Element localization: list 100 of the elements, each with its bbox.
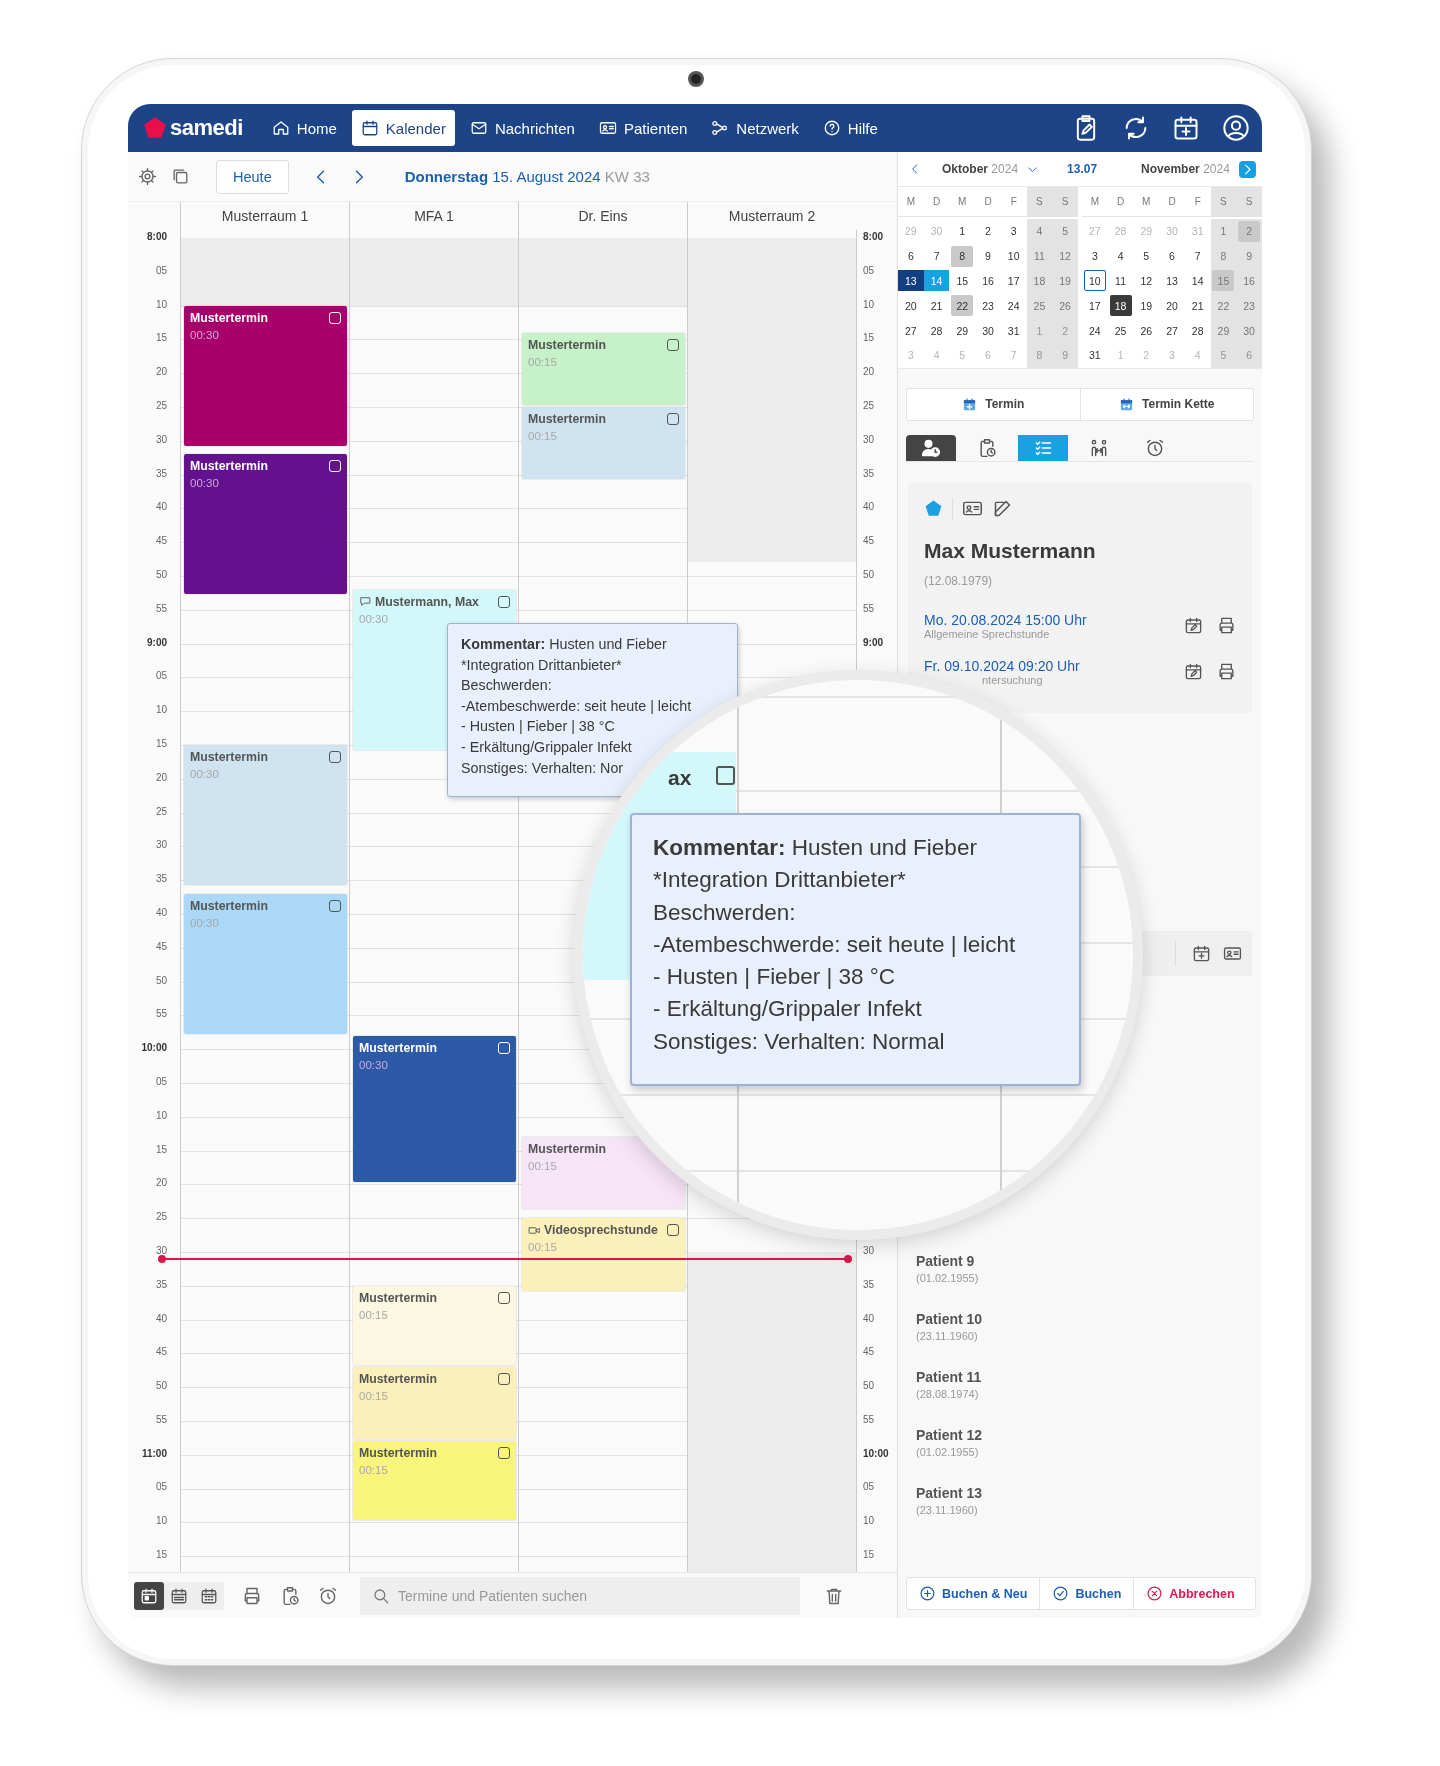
calendar-day[interactable]: 10 [1002,245,1025,267]
calendar-day[interactable]: 20 [1161,295,1183,317]
appointment-card[interactable]: Mustertermin 00:30 [184,745,347,885]
checkbox[interactable] [498,1447,510,1460]
calendar-plus-icon[interactable] [1172,114,1200,142]
today-button[interactable]: Heute [216,159,289,194]
appointment-card[interactable]: Mustertermin 00:15 [522,407,685,480]
search-field[interactable]: Termine und Patienten suchen [360,1576,800,1615]
calendar-day[interactable]: 8 [1212,245,1235,267]
calendar-day[interactable]: 31 [1083,344,1106,366]
calendar-day[interactable]: 10 [1083,270,1106,292]
calendar-day[interactable]: 18 [1109,295,1132,317]
calendar-day[interactable]: 24 [1083,320,1106,342]
calendar-day[interactable]: 5 [1135,245,1158,267]
booking-button[interactable]: Termin [907,388,1080,420]
calendar-day[interactable]: 12 [1135,270,1158,292]
next-month-button[interactable] [1239,160,1256,178]
calendar-day[interactable]: 2 [977,220,999,242]
appointment-card[interactable]: Mustertermin 00:15 [353,1441,516,1521]
appointment-card[interactable]: Mustertermin 00:15 [522,332,685,405]
book-button[interactable]: Buchen [1039,1578,1134,1609]
side-tab[interactable] [906,434,956,461]
calendar-day[interactable]: 11 [1109,270,1132,292]
printer-icon[interactable] [242,1585,262,1606]
calendar-day[interactable]: 16 [1238,270,1261,292]
calendar-day[interactable]: 17 [1083,295,1106,317]
calendar-day[interactable]: 20 [899,295,922,317]
appointment-card[interactable]: Mustertermin 00:15 [353,1285,516,1365]
calendar-day[interactable]: 17 [1002,270,1025,292]
calendar-day[interactable]: 5 [1054,220,1077,242]
patient-name[interactable]: Patient 13 [916,1484,1262,1501]
calendar-day[interactable]: 25 [1028,295,1051,317]
appointment-card[interactable]: Mustertermin 00:30 [353,1035,516,1183]
calendar-day[interactable]: 23 [977,295,999,317]
calendar-day[interactable]: 29 [951,320,974,342]
clipboard-clock-icon[interactable] [280,1585,300,1606]
calendar-day[interactable]: 31 [1002,320,1025,342]
checkbox[interactable] [498,1372,510,1385]
calendar-day[interactable]: 7 [1186,245,1209,267]
calendar-day[interactable]: 9 [977,245,999,267]
calendar-day[interactable]: 14 [1186,270,1209,292]
appointment-link[interactable]: Mo. 20.08.2024 15:00 Uhr [924,611,1170,628]
calendar-edit-icon[interactable] [1184,662,1203,682]
checkbox[interactable] [498,595,510,608]
appointment-link[interactable]: Fr. 09.10.2024 09:20 Uhr [924,657,1170,674]
calendar-day[interactable]: 30 [1238,320,1261,342]
booking-button[interactable]: Termin Kette [1079,388,1253,420]
alarm-clock-icon[interactable] [318,1585,338,1606]
appointment-card[interactable]: Mustertermin 00:30 [184,305,347,446]
appointment-card[interactable]: Videosprechstunde 00:15 [522,1218,685,1291]
nav-tab[interactable]: Kalender [351,110,455,146]
calendar-day[interactable]: 19 [1135,295,1158,317]
calendar-day[interactable]: 15 [951,270,974,292]
calendar-day[interactable]: 25 [1109,320,1132,342]
checkbox[interactable] [667,1224,679,1237]
copy-icon[interactable] [171,167,190,186]
calendar-day[interactable]: 9 [1238,245,1261,267]
appointment-card[interactable]: Mustertermin 00:30 [184,893,347,1034]
calendar-edit-icon[interactable] [1184,616,1203,636]
checkbox[interactable] [329,751,341,763]
checkbox[interactable] [498,1291,510,1304]
patient-name[interactable]: Patient 9 [916,1252,1262,1269]
calendar-day[interactable]: 29 [1212,320,1235,342]
calendar-day[interactable]: 28 [925,320,948,342]
calendar-day[interactable]: 30 [977,320,999,342]
appointment-card[interactable]: Mustertermin 00:30 [184,454,347,595]
today-link[interactable]: 13.07 [1067,162,1098,176]
calendar-day[interactable]: 22 [1212,295,1235,317]
nav-tab[interactable]: Netzwerk [702,110,808,146]
calendar-day[interactable]: 27 [1161,320,1183,342]
appointment-card[interactable]: Mustertermin 00:15 [522,1137,685,1210]
checkbox[interactable] [329,899,341,912]
calendar-day[interactable]: 21 [925,295,948,317]
calendar-day[interactable]: 3 [1083,245,1106,267]
calendar-day[interactable]: 7 [925,245,948,267]
patient-name[interactable]: Patient 10 [916,1310,1262,1327]
calendar-day[interactable]: 8 [951,245,974,267]
calendar-day[interactable]: 1 [951,220,974,242]
nav-tab[interactable]: Home [262,110,346,146]
checkbox[interactable] [667,413,679,425]
calendar-plus-icon[interactable] [1192,943,1211,963]
nav-tab[interactable]: Patienten [589,110,697,146]
calendar-day[interactable]: 24 [1002,295,1025,317]
printer-icon[interactable] [1217,662,1236,682]
calendar-day[interactable]: 22 [951,295,974,317]
settings-icon[interactable] [138,167,157,186]
calendar-day[interactable]: 3 [1002,220,1025,242]
nav-tab[interactable]: Hilfe [813,110,887,146]
calendar-day[interactable]: 1 [1212,220,1235,242]
appointment-card[interactable]: Mustertermin 00:15 [353,1366,516,1440]
calendar-day[interactable]: 13 [898,270,924,292]
patient-name[interactable]: Patient 11 [916,1368,1262,1385]
calendar-day[interactable]: 12 [1054,245,1077,267]
calendar-day[interactable]: 4 [1028,220,1051,242]
calendar-day[interactable]: 26 [1135,320,1158,342]
calendar-day[interactable]: 21 [1186,295,1209,317]
calendar-day[interactable]: 11 [1028,245,1051,267]
patient-name[interactable]: Patient 12 [916,1426,1262,1443]
calendar-day[interactable]: 6 [899,245,922,267]
cancel-button[interactable]: Abbrechen [1133,1578,1247,1609]
